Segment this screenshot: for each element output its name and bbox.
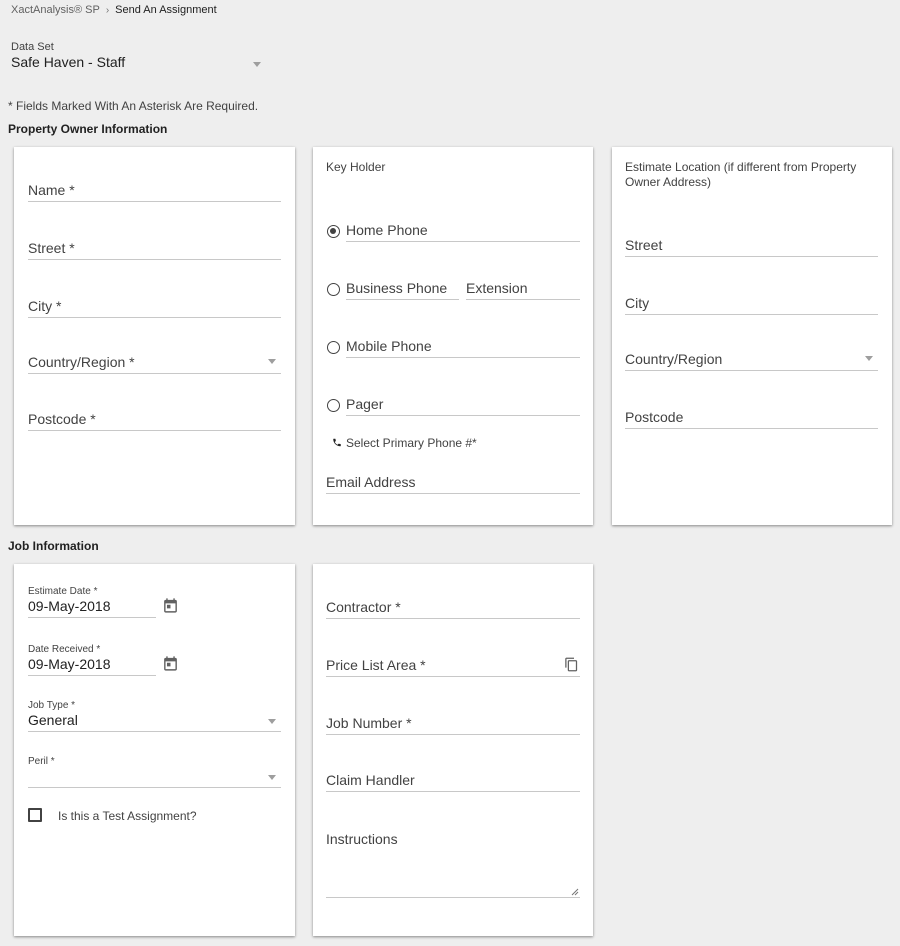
job-number-label: Job Number *: [326, 715, 412, 731]
owner-city-label: City *: [28, 298, 62, 314]
date-received-label: Date Received *: [28, 644, 101, 655]
copy-icon[interactable]: [564, 657, 579, 672]
location-postcode-label: Postcode: [625, 409, 684, 425]
claim-handler-field[interactable]: Claim Handler: [326, 770, 580, 792]
job-info-card: Estimate Date * 09-May-2018 Date Receive…: [14, 564, 295, 936]
contractor-label: Contractor *: [326, 599, 401, 615]
location-city-label: City: [625, 295, 650, 311]
home-phone-label: Home Phone: [346, 222, 428, 238]
job-details-card: Contractor * Price List Area * Job Numbe…: [313, 564, 593, 936]
key-holder-heading: Key Holder: [326, 160, 386, 174]
location-country-label: Country/Region: [625, 351, 723, 367]
test-assignment-checkbox[interactable]: [28, 808, 42, 822]
date-received-field[interactable]: 09-May-2018: [28, 656, 156, 676]
calendar-icon[interactable]: [162, 655, 179, 672]
owner-postcode-label: Postcode *: [28, 411, 96, 427]
extension-field[interactable]: Extension: [466, 278, 580, 300]
breadcrumb-current: Send An Assignment: [115, 4, 217, 16]
property-owner-card: Name * Street * City * Country/Region * …: [14, 147, 295, 525]
business-phone-field[interactable]: Business Phone: [346, 278, 459, 300]
pager-field[interactable]: Pager: [346, 394, 580, 416]
owner-street-label: Street *: [28, 240, 75, 256]
owner-street-field[interactable]: Street *: [28, 238, 281, 260]
business-phone-label: Business Phone: [346, 280, 448, 296]
owner-country-label: Country/Region *: [28, 354, 135, 370]
chevron-down-icon[interactable]: [268, 775, 276, 780]
job-type-select[interactable]: General: [28, 712, 281, 732]
owner-postcode-field[interactable]: Postcode *: [28, 409, 281, 431]
estimate-location-card: Estimate Location (if different from Pro…: [612, 147, 892, 525]
key-holder-card: Key Holder Home Phone Business Phone Ext…: [313, 147, 593, 525]
data-set-label: Data Set: [11, 41, 54, 53]
price-list-area-field[interactable]: Price List Area *: [326, 655, 580, 677]
claim-handler-label: Claim Handler: [326, 772, 415, 788]
instructions-label: Instructions: [326, 831, 398, 847]
instructions-textarea[interactable]: Instructions: [326, 831, 580, 898]
peril-label: Peril *: [28, 756, 55, 767]
job-type-label: Job Type *: [28, 700, 76, 711]
resize-handle-icon[interactable]: [571, 888, 579, 896]
business-phone-radio[interactable]: [327, 283, 340, 296]
email-label: Email Address: [326, 474, 416, 490]
job-section-title: Job Information: [8, 539, 99, 553]
phone-icon: [333, 438, 341, 447]
mobile-phone-field[interactable]: Mobile Phone: [346, 336, 580, 358]
chevron-down-icon[interactable]: [253, 62, 261, 67]
required-fields-note: * Fields Marked With An Asterisk Are Req…: [8, 99, 259, 113]
location-country-select[interactable]: Country/Region: [625, 349, 878, 371]
owner-name-label: Name *: [28, 182, 75, 198]
test-assignment-label: Is this a Test Assignment?: [58, 809, 197, 823]
data-set-select[interactable]: Data Set Safe Haven - Staff: [11, 41, 267, 70]
date-received-value: 09-May-2018: [28, 656, 111, 672]
property-owner-section-title: Property Owner Information: [8, 122, 168, 136]
pager-radio[interactable]: [327, 399, 340, 412]
pager-label: Pager: [346, 396, 384, 412]
breadcrumb-separator: ›: [105, 4, 110, 16]
breadcrumb-root[interactable]: XactAnalysis® SP: [11, 4, 100, 16]
job-type-value: General: [28, 712, 78, 728]
email-field[interactable]: Email Address: [326, 472, 580, 494]
chevron-down-icon[interactable]: [268, 719, 276, 724]
job-number-field[interactable]: Job Number *: [326, 713, 580, 735]
primary-phone-note: Select Primary Phone #*: [346, 436, 477, 450]
price-list-area-label: Price List Area *: [326, 657, 426, 673]
estimate-location-heading: Estimate Location (if different from Pro…: [625, 160, 857, 189]
location-city-field[interactable]: City: [625, 293, 878, 315]
mobile-phone-radio[interactable]: [327, 341, 340, 354]
owner-name-field[interactable]: Name *: [28, 180, 281, 202]
location-postcode-field[interactable]: Postcode: [625, 407, 878, 429]
estimate-date-field[interactable]: 09-May-2018: [28, 598, 156, 618]
home-phone-radio[interactable]: [327, 225, 340, 238]
calendar-icon[interactable]: [162, 597, 179, 614]
chevron-down-icon[interactable]: [865, 356, 873, 361]
mobile-phone-label: Mobile Phone: [346, 338, 432, 354]
extension-label: Extension: [466, 280, 528, 296]
home-phone-field[interactable]: Home Phone: [346, 220, 580, 242]
owner-country-select[interactable]: Country/Region *: [28, 352, 281, 374]
estimate-date-label: Estimate Date *: [28, 586, 98, 597]
location-street-field[interactable]: Street: [625, 235, 878, 257]
peril-select[interactable]: [28, 769, 281, 788]
estimate-date-value: 09-May-2018: [28, 598, 111, 614]
breadcrumb: XactAnalysis® SP › Send An Assignment: [11, 4, 217, 16]
owner-city-field[interactable]: City *: [28, 296, 281, 318]
location-street-label: Street: [625, 237, 663, 253]
contractor-field[interactable]: Contractor *: [326, 597, 580, 619]
data-set-value[interactable]: Safe Haven - Staff: [11, 54, 267, 70]
chevron-down-icon[interactable]: [268, 359, 276, 364]
